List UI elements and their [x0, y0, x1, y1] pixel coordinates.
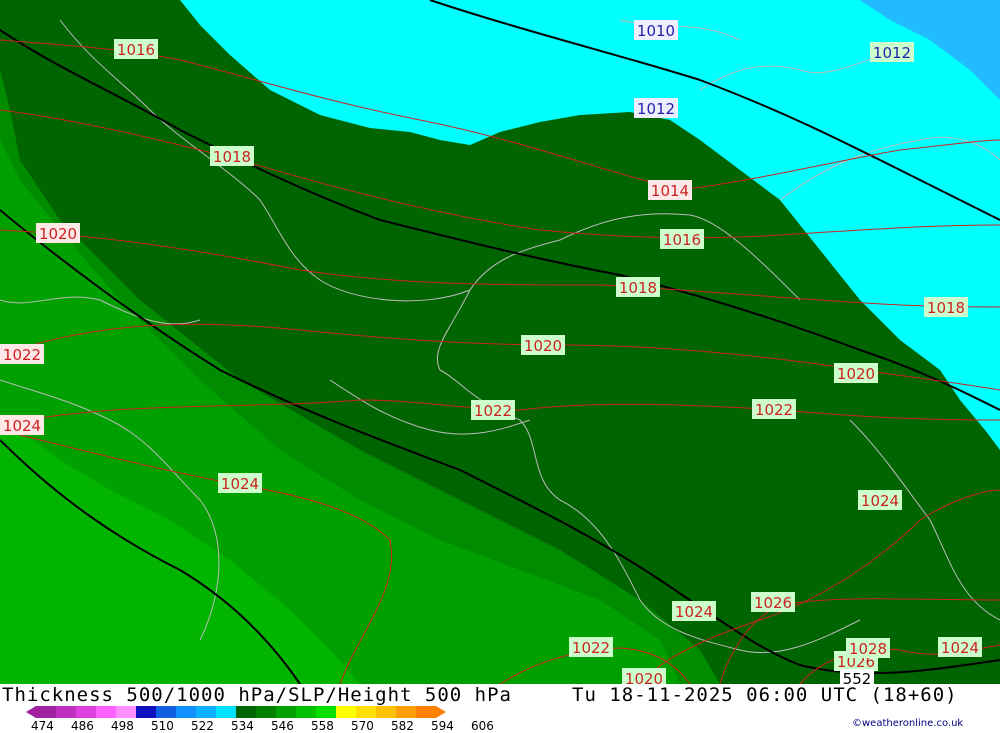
isobar-label: 1024: [672, 601, 716, 621]
svg-text:1016: 1016: [663, 231, 701, 249]
legend-swatch: [36, 706, 56, 718]
legend-tick-label: 558: [311, 719, 334, 733]
isobar-label: 1024: [858, 490, 902, 510]
svg-text:1018: 1018: [927, 299, 965, 317]
svg-text:1022: 1022: [474, 402, 512, 420]
legend-swatch: [376, 706, 396, 718]
thickness-label: 552: [840, 669, 874, 684]
legend-swatch: [176, 706, 196, 718]
legend-tick-label: 486: [71, 719, 94, 733]
isobar-label: 1022: [752, 399, 796, 419]
svg-text:1024: 1024: [221, 475, 259, 493]
legend-swatch: [56, 706, 76, 718]
legend-swatch: [156, 706, 176, 718]
legend-tick-label: 534: [231, 719, 254, 733]
legend-arrow-left: [26, 706, 36, 718]
svg-text:1020: 1020: [524, 337, 562, 355]
svg-text:1012: 1012: [637, 100, 675, 118]
isobar-label: 1020: [36, 223, 80, 243]
legend-tick-label: 594: [431, 719, 454, 733]
svg-text:1012: 1012: [873, 44, 911, 62]
legend-swatch: [356, 706, 376, 718]
isobar-label: 1022: [471, 400, 515, 420]
svg-text:1020: 1020: [837, 365, 875, 383]
map-footer: Thickness 500/1000 hPa/SLP/Height 500 hP…: [0, 684, 1000, 733]
color-legend: [26, 706, 446, 718]
isobar-label: 1024: [938, 637, 982, 657]
legend-swatch: [416, 706, 436, 718]
svg-text:1022: 1022: [3, 346, 41, 364]
svg-text:552: 552: [843, 670, 872, 684]
svg-text:1022: 1022: [755, 401, 793, 419]
isobar-label: 1026: [751, 592, 795, 612]
svg-text:1028: 1028: [849, 640, 887, 658]
legend-tick-label: 498: [111, 719, 134, 733]
legend-swatch: [136, 706, 156, 718]
legend-swatch: [116, 706, 136, 718]
legend-swatch: [216, 706, 236, 718]
svg-text:1016: 1016: [117, 41, 155, 59]
isobar-label: 1020: [622, 668, 666, 684]
valid-time: Tu 18-11-2025 06:00 UTC (18+60): [572, 684, 958, 706]
legend-swatch: [296, 706, 316, 718]
legend-swatch: [396, 706, 416, 718]
svg-text:1024: 1024: [3, 417, 41, 435]
map-title: Thickness 500/1000 hPa/SLP/Height 500 hP…: [2, 684, 512, 706]
legend-swatch: [76, 706, 96, 718]
svg-text:1020: 1020: [39, 225, 77, 243]
svg-text:1024: 1024: [861, 492, 899, 510]
legend-swatch: [236, 706, 256, 718]
legend-swatch: [96, 706, 116, 718]
isobar-label: 1016: [114, 39, 158, 59]
legend-tick-label: 570: [351, 719, 374, 733]
svg-text:1022: 1022: [572, 639, 610, 657]
isobar-label: 1028: [846, 638, 890, 658]
svg-text:1014: 1014: [651, 182, 689, 200]
legend-swatch: [196, 706, 216, 718]
isobar-label: 1020: [521, 335, 565, 355]
isobar-label: 1014: [648, 180, 692, 200]
svg-text:1024: 1024: [675, 603, 713, 621]
legend-swatch: [316, 706, 336, 718]
isobar-label: 1024: [0, 415, 44, 435]
isobar-label: 1012: [870, 42, 914, 62]
legend-tick-label: 582: [391, 719, 414, 733]
svg-text:1010: 1010: [637, 22, 675, 40]
svg-text:1026: 1026: [754, 594, 792, 612]
isobar-label: 1022: [0, 344, 44, 364]
svg-text:1018: 1018: [619, 279, 657, 297]
legend-swatch: [336, 706, 356, 718]
legend-tick-label: 546: [271, 719, 294, 733]
legend-tick-label: 522: [191, 719, 214, 733]
weather-map: 1010 1012 1012 1014 1016 1016 1018 1018 …: [0, 0, 1000, 684]
isobar-label: 1020: [834, 363, 878, 383]
legend-swatch: [276, 706, 296, 718]
svg-text:1024: 1024: [941, 639, 979, 657]
svg-text:1020: 1020: [625, 670, 663, 684]
isobar-label: 1018: [616, 277, 660, 297]
isobar-label: 1022: [569, 637, 613, 657]
isobar-label: 1012: [634, 98, 678, 118]
legend-arrow-right: [436, 706, 446, 718]
svg-text:1018: 1018: [213, 148, 251, 166]
credit-link[interactable]: ©weatheronline.co.uk: [852, 718, 963, 729]
legend-tick-label: 510: [151, 719, 174, 733]
isobar-label: 1018: [210, 146, 254, 166]
isobar-label: 1010: [634, 20, 678, 40]
legend-tick-label: 606: [471, 719, 494, 733]
legend-tick-label: 474: [31, 719, 54, 733]
isobar-label: 1024: [218, 473, 262, 493]
isobar-label: 1016: [660, 229, 704, 249]
legend-swatch: [256, 706, 276, 718]
isobar-label: 1018: [924, 297, 968, 317]
